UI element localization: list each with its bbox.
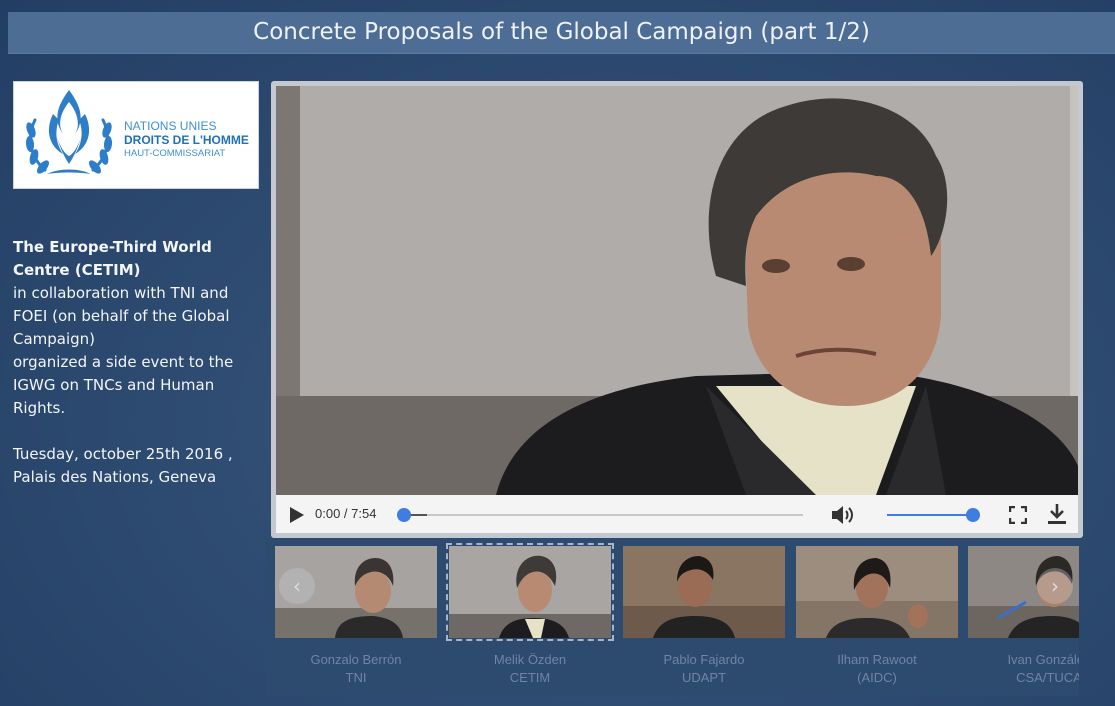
- carousel-next-icon[interactable]: ›: [1037, 568, 1073, 604]
- event-description: The Europe-Third World Centre (CETIM) in…: [13, 236, 258, 489]
- time-display: 0:00 / 7:54: [315, 506, 377, 521]
- speaker-org: CSA/TUCA: [1016, 670, 1079, 685]
- video-frame[interactable]: [276, 86, 1078, 495]
- seek-handle[interactable]: [397, 508, 411, 522]
- page-title: Concrete Proposals of the Global Campaig…: [253, 19, 870, 45]
- speaker-name: Pablo Fajardo: [663, 652, 745, 667]
- speaker-org: TNI: [345, 670, 367, 685]
- playlist-item[interactable]: Ilham Rawoot (AIDC): [796, 546, 958, 686]
- play-icon[interactable]: [290, 507, 304, 523]
- speaker-org: CETIM: [509, 670, 551, 685]
- logo-line-1: NATIONS UNIES: [124, 119, 217, 133]
- event-place: Palais des Nations, Geneva: [13, 468, 217, 486]
- organizer-name: The Europe-Third World Centre (CETIM): [13, 238, 212, 279]
- event-text: organized a side event to the IGWG on TN…: [13, 353, 234, 417]
- logo-text: NATIONS UNIES DROITS DE L'HOMME HAUT-COM…: [124, 119, 249, 160]
- logo-line-2: DROITS DE L'HOMME: [124, 133, 249, 147]
- playlist-item[interactable]: Gonzalo Berrón TNI: [275, 546, 437, 686]
- player-controls: 0:00 / 7:54: [276, 495, 1078, 533]
- speaker-name: Ivan González: [1007, 652, 1079, 667]
- speaker-name: Gonzalo Berrón: [310, 652, 402, 667]
- fullscreen-icon[interactable]: [1008, 505, 1028, 528]
- seek-bar[interactable]: [397, 508, 803, 522]
- speaker-org: UDAPT: [681, 670, 727, 685]
- volume-icon[interactable]: [830, 503, 856, 531]
- speaker-name: Ilham Rawoot: [837, 652, 917, 667]
- playlist-item[interactable]: Pablo Fajardo UDAPT: [623, 546, 785, 686]
- event-date: Tuesday, october 25th 2016 ,: [13, 445, 233, 463]
- un-human-rights-emblem-icon: [25, 90, 113, 174]
- playlist-item-active[interactable]: Melik Özden CETIM: [446, 543, 614, 686]
- logo-line-3: HAUT-COMMISSARIAT: [124, 148, 226, 159]
- playlist-carousel: Gonzalo Berrón TNI Melik Özden CETIM Pab…: [265, 538, 1079, 696]
- volume-slider[interactable]: [887, 508, 980, 522]
- thumbnail: [623, 546, 785, 638]
- speaker-org: (AIDC): [857, 670, 897, 685]
- speaker-name: Melik Özden: [493, 652, 567, 667]
- video-player: 0:00 / 7:54: [271, 81, 1083, 538]
- playlist-item[interactable]: Ivan González CSA/TUCA: [968, 546, 1079, 686]
- thumbnail: [796, 546, 958, 638]
- title-bar: Concrete Proposals of the Global Campaig…: [8, 12, 1115, 54]
- carousel-prev-icon[interactable]: ‹: [279, 568, 315, 604]
- collaboration-text: in collaboration with TNI and FOEI (on b…: [13, 284, 230, 348]
- speaker-video-still: [276, 86, 1078, 495]
- volume-handle[interactable]: [966, 508, 980, 522]
- thumbnail: [446, 543, 614, 641]
- un-human-rights-logo: NATIONS UNIES DROITS DE L'HOMME HAUT-COM…: [13, 81, 259, 189]
- download-icon[interactable]: [1047, 503, 1067, 529]
